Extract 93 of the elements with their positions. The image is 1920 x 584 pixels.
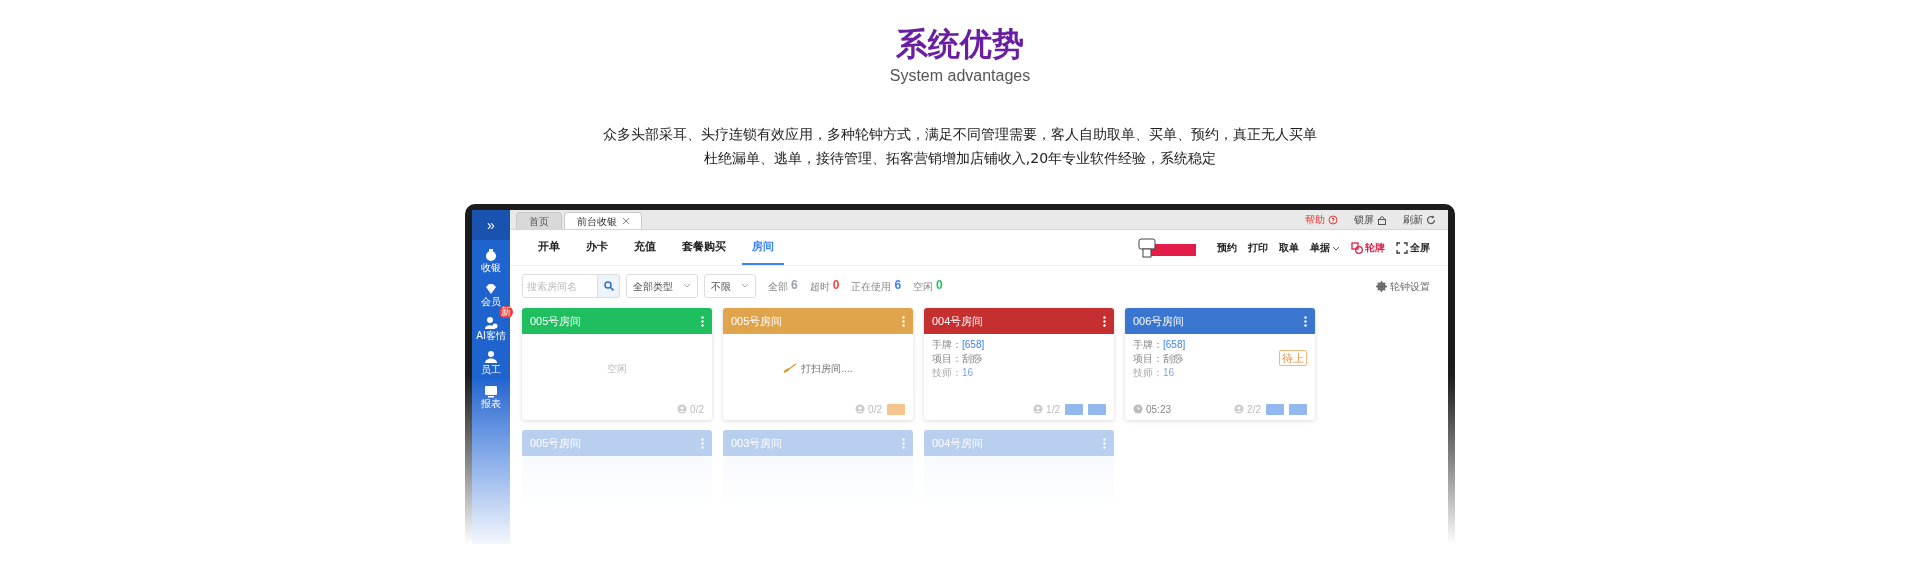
diamond-icon <box>484 282 498 296</box>
person-icon <box>484 350 498 364</box>
chevron-down-icon <box>683 283 691 289</box>
field-label: 手牌： <box>932 338 962 352</box>
search-button[interactable] <box>598 274 620 298</box>
elapsed-time: 05:23 <box>1146 402 1172 417</box>
search-field[interactable]: 搜索房间名 <box>522 274 598 298</box>
toolbar-action[interactable]: 全屏 <box>1396 240 1430 255</box>
occupancy-count: 0/2 <box>868 402 882 417</box>
room-name: 005号房间 <box>530 313 582 329</box>
person-icon <box>1033 404 1044 414</box>
more-icon <box>902 315 905 327</box>
new-badge: 新 <box>499 306 513 318</box>
fullscreen-icon <box>1396 241 1408 254</box>
room-status: 打扫房间.... <box>801 361 853 376</box>
field-label: 项目： <box>932 352 962 366</box>
page-tab[interactable]: 前台收银 <box>564 212 642 229</box>
more-icon <box>902 437 905 449</box>
refresh-icon <box>1426 214 1436 225</box>
rotation-settings-button[interactable]: 轮钟设置 <box>1376 278 1430 294</box>
more-icon <box>1304 315 1307 327</box>
nav-tab[interactable]: 房间 <box>742 230 784 265</box>
description-text: 杜绝漏单、逃单，接待管理、拓客营销增加店铺收入,20年专业软件经验，系统稳定 <box>703 149 1217 168</box>
clock-icon <box>1133 404 1143 414</box>
top-link[interactable]: 帮助 <box>1305 212 1338 227</box>
more-icon <box>1103 437 1106 449</box>
broom-icon <box>783 363 798 373</box>
room-name: 003号房间 <box>731 435 783 451</box>
occupancy-count: 1/2 <box>1046 402 1060 417</box>
top-link[interactable]: 刷新 <box>1403 212 1436 227</box>
field-value: 刮痧 <box>962 352 982 366</box>
more-icon <box>1103 315 1106 327</box>
status-filter[interactable]: 空闲 0 <box>913 278 943 294</box>
more-icon <box>701 437 704 449</box>
sidebar-item[interactable]: AI客情 <box>473 316 509 342</box>
section-title: 系统优势 <box>896 24 1024 64</box>
room-name: 004号房间 <box>932 313 984 329</box>
sidebar-item[interactable]: 收银 <box>473 248 509 274</box>
field-label: 项目： <box>1133 352 1163 366</box>
description-text: 众多头部采耳、头疗连锁有效应用，多种轮钟方式，满足不同管理需要，客人自助取单、买单、预约，真正无人买单 <box>603 125 1317 144</box>
search-icon <box>603 281 614 291</box>
filter-dropdown[interactable]: 不限 <box>704 274 756 298</box>
section-subtitle: System advantages <box>889 66 1031 86</box>
occupancy-count: 2/2 <box>1247 402 1261 417</box>
room-card[interactable]: 004号房间 手牌：[658] 项目：刮痧 技师：16 1/2 <box>924 308 1114 420</box>
field-value: 16 <box>1163 366 1175 380</box>
nav-tab[interactable]: 套餐购买 <box>672 230 736 265</box>
occupancy-count: 0/2 <box>690 402 704 417</box>
room-status: 空闲 <box>607 361 627 376</box>
person-icon <box>1234 404 1245 414</box>
lock-icon <box>1377 214 1387 225</box>
promo-banner-icon <box>1138 237 1196 258</box>
person-icon <box>855 404 866 414</box>
monitor-icon <box>484 384 498 398</box>
sidebar-item[interactable]: 员工 <box>473 350 509 376</box>
toolbar-action[interactable]: 预约 <box>1217 240 1237 255</box>
toolbar-action[interactable]: 单据 <box>1310 240 1340 255</box>
room-name: 005号房间 <box>731 313 783 329</box>
nav-tab[interactable]: 办卡 <box>576 230 618 265</box>
money-bag-icon <box>484 248 498 262</box>
field-value: 刮痧 <box>1163 352 1183 366</box>
field-label: 技师： <box>1133 366 1163 380</box>
room-name: 004号房间 <box>932 435 984 451</box>
status-tag: 待上 <box>1279 350 1307 366</box>
field-value: [658] <box>1163 338 1186 352</box>
top-link[interactable]: 锁屏 <box>1354 212 1387 227</box>
room-name: 005号房间 <box>530 435 582 451</box>
room-name: 006号房间 <box>1133 313 1185 329</box>
field-value: [658] <box>962 338 985 352</box>
chevron-down-icon <box>741 283 749 289</box>
field-value: 16 <box>962 366 974 380</box>
page-tab[interactable]: 首页 <box>516 212 562 229</box>
sidebar-item[interactable]: 报表 <box>473 384 509 410</box>
status-filter[interactable]: 正在使用 6 <box>851 278 902 294</box>
field-label: 手牌： <box>1133 338 1163 352</box>
room-card[interactable]: 006号房间 手牌：[658] 项目：刮痧 技师：16 待上 05:23 2/2 <box>1125 308 1315 420</box>
expand-button[interactable]: » <box>472 210 510 240</box>
nav-tab[interactable]: 开单 <box>528 230 570 265</box>
rotation-icon <box>1351 241 1363 254</box>
person-icon <box>677 404 688 414</box>
filter-dropdown[interactable]: 全部类型 <box>626 274 698 298</box>
toolbar-action[interactable]: 轮牌 <box>1351 240 1385 255</box>
nav-tab[interactable]: 充值 <box>624 230 666 265</box>
field-label: 技师： <box>932 366 962 380</box>
status-filter[interactable]: 全部 6 <box>768 278 798 294</box>
toolbar-action[interactable]: 取单 <box>1279 240 1299 255</box>
toolbar-action[interactable]: 打印 <box>1248 240 1268 255</box>
status-filter[interactable]: 超时 0 <box>809 278 840 294</box>
more-icon <box>701 315 704 327</box>
room-card[interactable]: 005号房间 打扫房间.... 0/2 <box>723 308 913 420</box>
people-icon <box>484 316 498 330</box>
help-icon <box>1328 214 1338 225</box>
gear-icon <box>1376 280 1387 292</box>
